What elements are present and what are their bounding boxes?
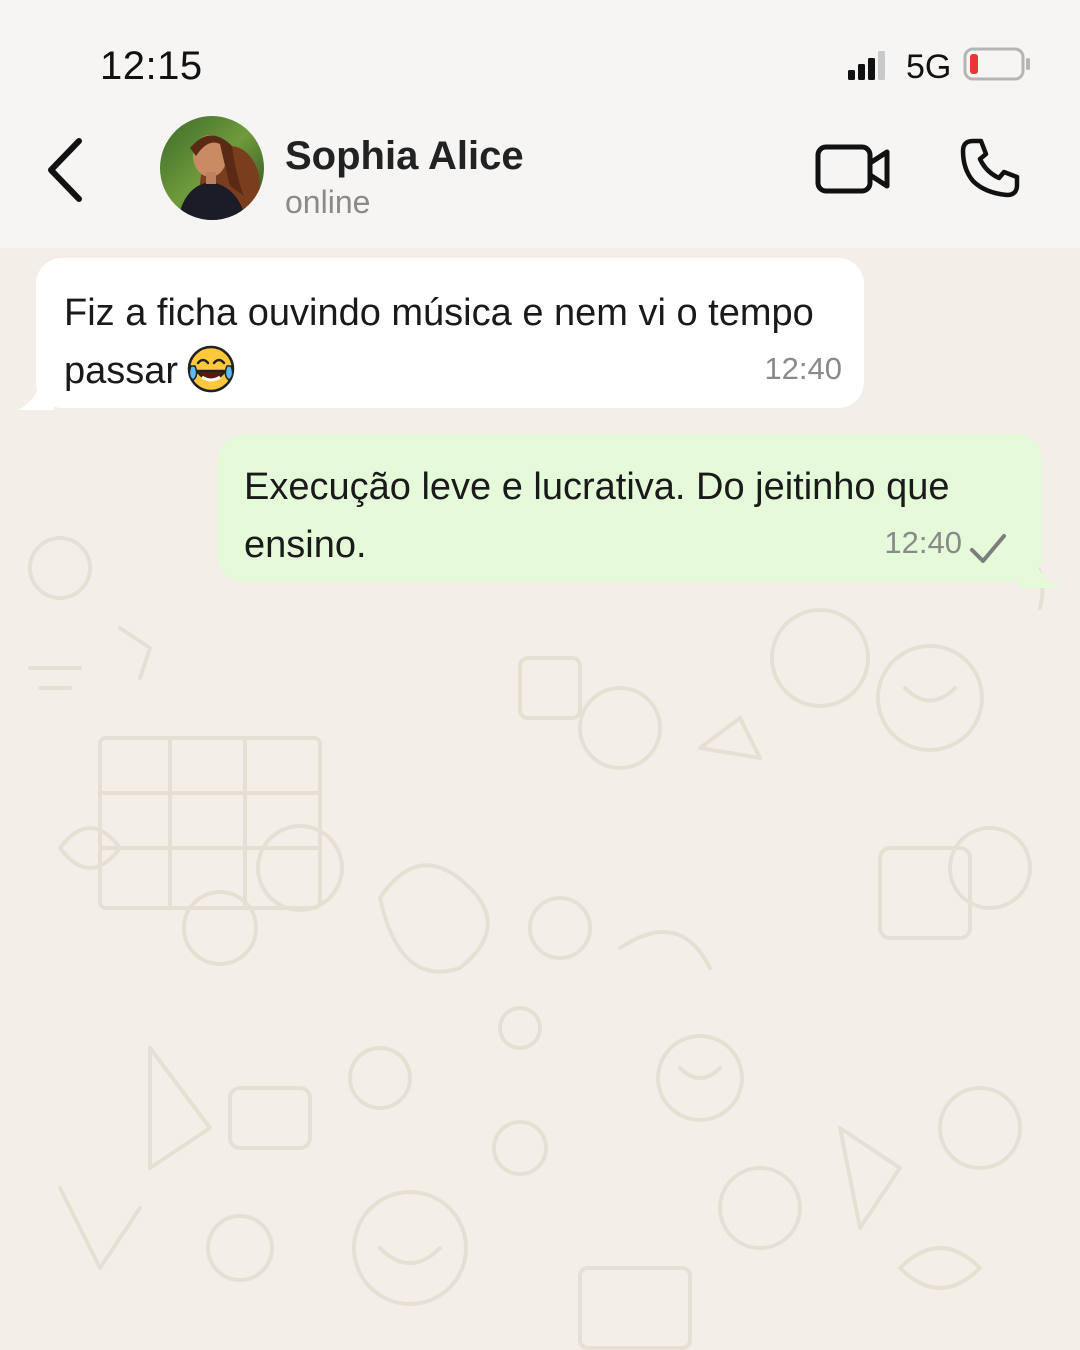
signal-strength-icon	[848, 51, 885, 80]
sent-check-icon	[970, 534, 1006, 563]
chat-area[interactable]: Fiz a ficha ouvindo música e nem vi o te…	[0, 248, 1080, 1350]
contact-name[interactable]: Sophia Alice	[285, 134, 524, 179]
chevron-left-icon	[48, 138, 82, 202]
network-label: 5G	[906, 48, 952, 86]
avatar[interactable]	[160, 116, 264, 220]
message-time: 12:40	[884, 525, 962, 560]
status-time: 12:15	[100, 44, 203, 88]
chat-wallpaper	[28, 536, 1045, 1350]
video-camera-icon	[815, 144, 890, 194]
message-text: Fiz a ficha ouvindo música e nem vi o te…	[64, 292, 814, 393]
incoming-message[interactable]: Fiz a ficha ouvindo música e nem vi o te…	[36, 258, 864, 408]
face-with-tears-of-joy-icon	[187, 345, 235, 393]
phone-icon	[960, 138, 1020, 198]
back-button[interactable]	[30, 130, 100, 210]
avatar-photo	[160, 116, 264, 220]
status-bar: 12:15 5G	[0, 0, 1080, 120]
video-call-button[interactable]	[806, 134, 900, 204]
contact-status: online	[285, 184, 371, 220]
outgoing-message[interactable]: Execução leve e lucrativa. Do jeitinho q…	[218, 434, 1042, 582]
voice-call-button[interactable]	[950, 130, 1030, 206]
chat-header: Sophia Alice online	[0, 110, 1080, 250]
message-time: 12:40	[764, 351, 842, 386]
battery-icon	[963, 47, 1030, 81]
